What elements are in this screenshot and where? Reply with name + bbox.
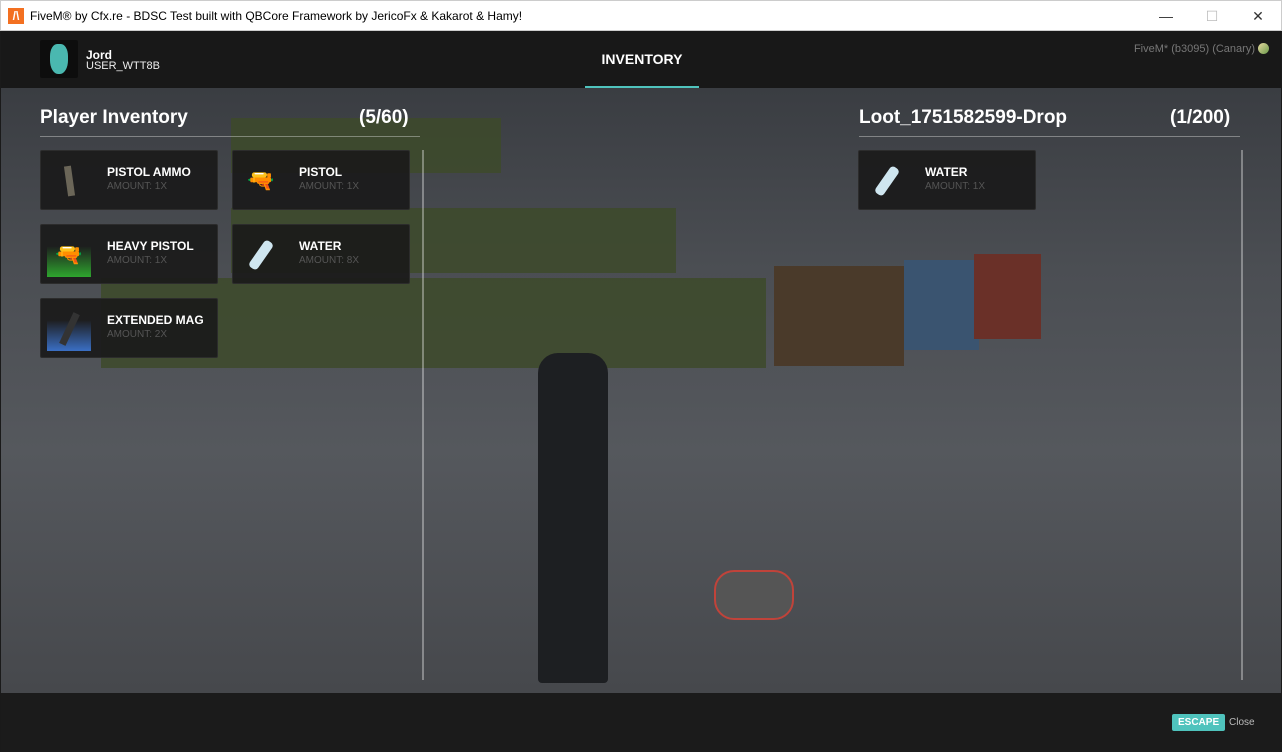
inventory-slot[interactable]: 🔫 PISTOL AMOUNT: 1X bbox=[232, 150, 410, 210]
item-name: PISTOL AMMO bbox=[107, 165, 191, 179]
pistol-icon: 🔫 bbox=[247, 168, 275, 193]
item-name: PISTOL bbox=[299, 165, 343, 179]
item-name: HEAVY PISTOL bbox=[107, 239, 194, 253]
fivem-logo-icon: /\ bbox=[8, 7, 24, 24]
item-amount: AMOUNT: 1X bbox=[925, 181, 986, 192]
minimize-button[interactable]: — bbox=[1143, 1, 1189, 31]
item-name: WATER bbox=[299, 239, 342, 253]
item-amount: AMOUNT: 1X bbox=[299, 181, 360, 192]
window-title: FiveM® by Cfx.re - BDSC Test built with … bbox=[30, 8, 523, 23]
globe-icon bbox=[1258, 43, 1269, 54]
item-amount: AMOUNT: 2X bbox=[107, 329, 168, 340]
build-label: FiveM* (b3095) (Canary) bbox=[1133, 43, 1255, 55]
divider bbox=[859, 136, 1240, 137]
maximize-button[interactable]: ☐ bbox=[1189, 1, 1235, 31]
header: Jord USER_WTT8B INVENTORY FiveM* (b3095)… bbox=[1, 31, 1281, 88]
item-name: EXTENDED MAG bbox=[107, 313, 204, 327]
item-amount: AMOUNT: 8X bbox=[299, 255, 360, 266]
loot-slot[interactable]: WATER AMOUNT: 1X bbox=[858, 150, 1036, 210]
magazine-icon bbox=[47, 307, 91, 351]
inventory-slot[interactable]: WATER AMOUNT: 8X bbox=[232, 224, 410, 284]
window-titlebar: /\ FiveM® by Cfx.re - BDSC Test built wi… bbox=[0, 0, 1282, 31]
close-label[interactable]: Close bbox=[1229, 717, 1255, 728]
water-bottle-icon bbox=[865, 159, 909, 203]
user-id: USER_WTT8B bbox=[86, 60, 160, 72]
inventory-slot[interactable]: PISTOL AMMO AMOUNT: 1X bbox=[40, 150, 218, 210]
divider bbox=[1241, 150, 1243, 680]
tab-inventory[interactable]: INVENTORY bbox=[585, 31, 699, 88]
loot-title: Loot_1751582599-Drop bbox=[859, 107, 1068, 128]
item-amount: AMOUNT: 1X bbox=[107, 181, 168, 192]
divider bbox=[422, 150, 424, 680]
divider bbox=[40, 136, 420, 137]
pistol-icon: 🔫 bbox=[47, 233, 91, 277]
escape-key-button[interactable]: ESCAPE bbox=[1172, 714, 1226, 731]
player-inventory-title: Player Inventory bbox=[40, 107, 188, 128]
avatar bbox=[40, 40, 78, 78]
footer bbox=[1, 693, 1281, 752]
player-inventory-count: (5/60) bbox=[359, 107, 409, 128]
item-amount: AMOUNT: 1X bbox=[107, 255, 168, 266]
item-name: WATER bbox=[925, 165, 968, 179]
inventory-slot[interactable]: 🔫 HEAVY PISTOL AMOUNT: 1X bbox=[40, 224, 218, 284]
inventory-slot[interactable]: EXTENDED MAG AMOUNT: 2X bbox=[40, 298, 218, 358]
loot-count: (1/200) bbox=[1170, 107, 1231, 128]
ammo-icon bbox=[47, 159, 91, 203]
water-bottle-icon bbox=[239, 233, 283, 277]
close-window-button[interactable]: ✕ bbox=[1235, 1, 1281, 31]
